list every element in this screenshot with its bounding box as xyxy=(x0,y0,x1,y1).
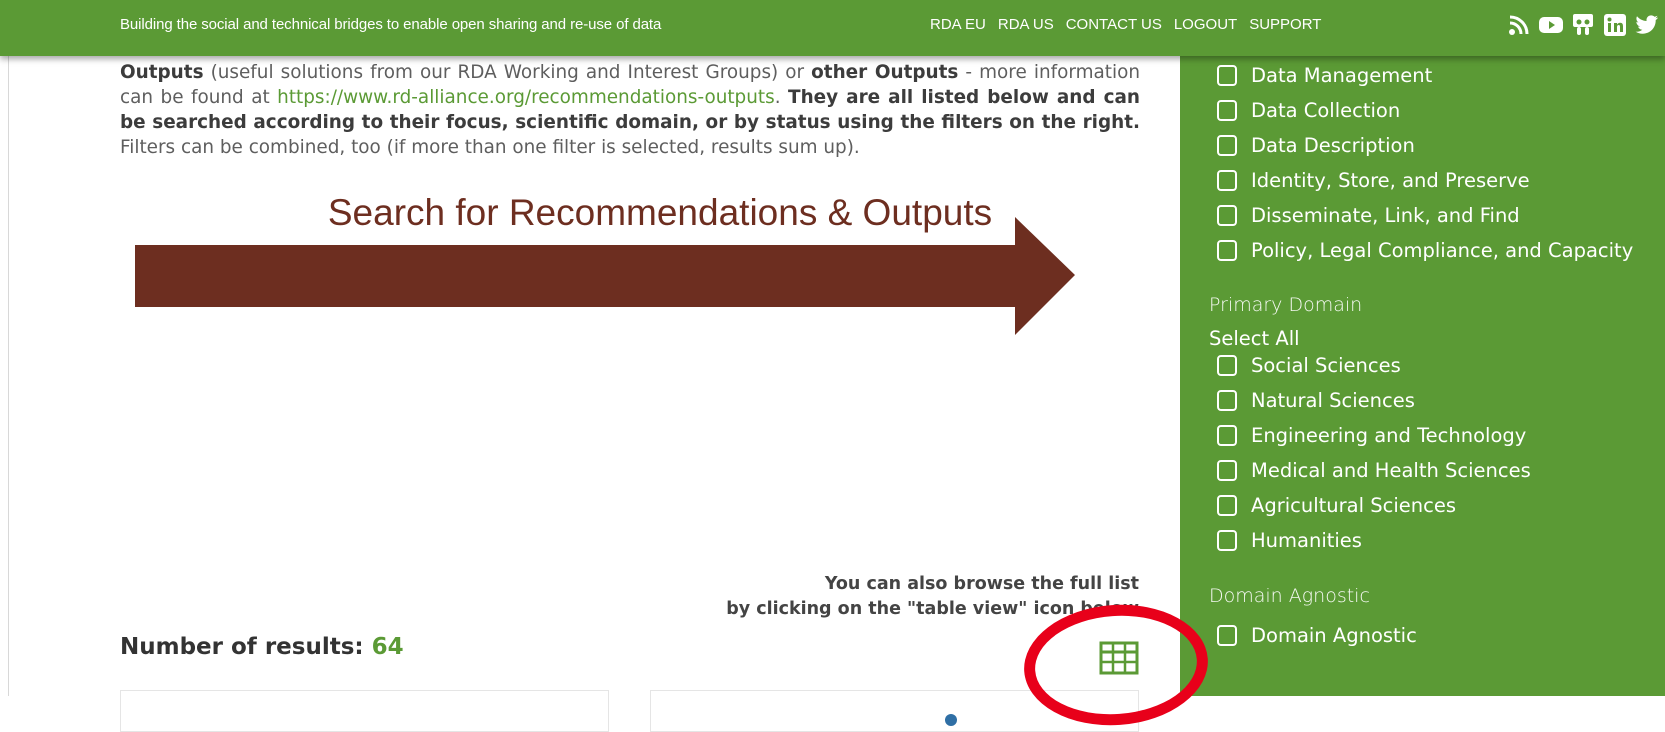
slideshare-icon[interactable] xyxy=(1571,12,1595,38)
checkbox-icon[interactable] xyxy=(1217,100,1237,121)
checkbox-icon[interactable] xyxy=(1217,530,1237,551)
filter-domain-agnostic[interactable]: Domain Agnostic xyxy=(1217,624,1417,647)
intro-outputs-bold: Outputs xyxy=(120,62,204,83)
twitter-icon[interactable] xyxy=(1635,12,1659,38)
top-nav: RDA EU RDA US CONTACT US LOGOUT SUPPORT xyxy=(930,16,1321,33)
filter-identity-store-preserve[interactable]: Identity, Store, and Preserve xyxy=(1217,169,1530,192)
filter-label: Domain Agnostic xyxy=(1251,624,1417,647)
filter-label: Identity, Store, and Preserve xyxy=(1251,169,1530,192)
filter-label: Agricultural Sciences xyxy=(1251,494,1456,517)
checkbox-icon[interactable] xyxy=(1217,425,1237,446)
linkedin-icon[interactable] xyxy=(1603,12,1627,38)
primary-domain-select-all[interactable]: Select All xyxy=(1209,327,1300,350)
checkbox-icon[interactable] xyxy=(1217,390,1237,411)
checkbox-icon[interactable] xyxy=(1217,205,1237,226)
filter-label: Medical and Health Sciences xyxy=(1251,459,1531,482)
result-card[interactable] xyxy=(120,690,609,732)
filter-social-sciences[interactable]: Social Sciences xyxy=(1217,354,1401,377)
recommendations-link[interactable]: https://www.rd-alliance.org/recommendati… xyxy=(277,87,775,108)
intro-text-4: Filters can be combined, too (if more th… xyxy=(120,137,860,158)
filter-label: Disseminate, Link, and Find xyxy=(1251,204,1520,227)
filter-sidebar: Data Management Data Collection Data Des… xyxy=(1180,56,1665,696)
filter-label: Social Sciences xyxy=(1251,354,1401,377)
primary-domain-title: Primary Domain xyxy=(1209,294,1363,316)
filter-label: Natural Sciences xyxy=(1251,389,1415,412)
banner-title: Search for Recommendations & Outputs xyxy=(328,195,992,233)
checkbox-icon[interactable] xyxy=(1217,625,1237,646)
filter-medical-health[interactable]: Medical and Health Sciences xyxy=(1217,459,1531,482)
filter-label: Humanities xyxy=(1251,529,1362,552)
filter-data-management[interactable]: Data Management xyxy=(1217,64,1432,87)
intro-paragraph: Outputs (useful solutions from our RDA W… xyxy=(120,60,1140,160)
filter-label: Engineering and Technology xyxy=(1251,424,1527,447)
filter-disseminate-link-find[interactable]: Disseminate, Link, and Find xyxy=(1217,204,1520,227)
results-count: Number of results: 64 xyxy=(120,634,404,660)
intro-text-3: . xyxy=(774,87,789,108)
youtube-icon[interactable] xyxy=(1539,12,1563,38)
checkbox-icon[interactable] xyxy=(1217,240,1237,261)
filter-label: Policy, Legal Compliance, and Capacity xyxy=(1251,239,1634,262)
results-label: Number of results: xyxy=(120,634,372,660)
results-number: 64 xyxy=(371,634,404,660)
domain-agnostic-title: Domain Agnostic xyxy=(1209,585,1370,607)
checkbox-icon[interactable] xyxy=(1217,170,1237,191)
nav-rda-eu[interactable]: RDA EU xyxy=(930,16,986,33)
checkbox-icon[interactable] xyxy=(1217,65,1237,86)
filter-label: Data Description xyxy=(1251,134,1415,157)
filter-data-description[interactable]: Data Description xyxy=(1217,134,1415,157)
checkbox-icon[interactable] xyxy=(1217,355,1237,376)
nav-rda-us[interactable]: RDA US xyxy=(998,16,1054,33)
intro-text-1: (useful solutions from our RDA Working a… xyxy=(203,62,812,83)
search-banner[interactable]: Search for Recommendations & Outputs xyxy=(135,192,1135,345)
browse-hint-line-1: You can also browse the full list xyxy=(824,574,1139,594)
scroll-indicator-dot xyxy=(945,714,957,726)
filter-agricultural-sciences[interactable]: Agricultural Sciences xyxy=(1217,494,1456,517)
banner-arrow-icon xyxy=(135,217,1075,335)
filter-label: Data Management xyxy=(1251,64,1433,87)
main-content: Outputs (useful solutions from our RDA W… xyxy=(120,60,1140,160)
left-border xyxy=(8,56,9,696)
filter-engineering-technology[interactable]: Engineering and Technology xyxy=(1217,424,1526,447)
nav-support[interactable]: SUPPORT xyxy=(1249,16,1321,33)
checkbox-icon[interactable] xyxy=(1217,495,1237,516)
checkbox-icon[interactable] xyxy=(1217,460,1237,481)
site-tagline: Building the social and technical bridge… xyxy=(120,16,662,33)
nav-logout[interactable]: LOGOUT xyxy=(1174,16,1237,33)
filter-humanities[interactable]: Humanities xyxy=(1217,529,1362,552)
filter-label: Data Collection xyxy=(1251,99,1401,122)
filter-data-collection[interactable]: Data Collection xyxy=(1217,99,1400,122)
filter-policy-legal-capacity[interactable]: Policy, Legal Compliance, and Capacity xyxy=(1217,239,1633,262)
social-links xyxy=(1507,12,1659,38)
top-bar: Building the social and technical bridge… xyxy=(0,0,1665,56)
intro-other-outputs-bold: other Outputs xyxy=(811,62,959,83)
filter-natural-sciences[interactable]: Natural Sciences xyxy=(1217,389,1415,412)
checkbox-icon[interactable] xyxy=(1217,135,1237,156)
nav-contact-us[interactable]: CONTACT US xyxy=(1066,16,1162,33)
rss-icon[interactable] xyxy=(1507,12,1531,38)
